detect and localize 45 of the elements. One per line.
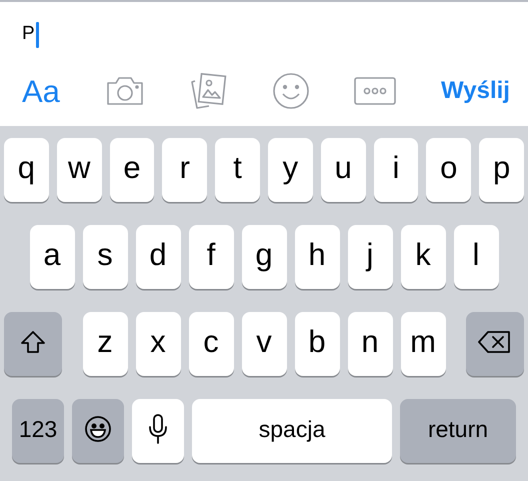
letter-key[interactable]: m bbox=[400, 312, 446, 376]
letter-key[interactable]: s bbox=[82, 225, 128, 289]
numbers-key[interactable]: 123 bbox=[12, 399, 64, 463]
smiley-icon bbox=[84, 415, 112, 443]
send-button[interactable]: Wyślij bbox=[441, 73, 510, 109]
letter-key[interactable]: b bbox=[294, 312, 340, 376]
letter-key[interactable]: r bbox=[162, 138, 208, 202]
letter-key[interactable]: q bbox=[4, 138, 49, 202]
microphone-icon bbox=[148, 413, 168, 445]
backspace-icon bbox=[478, 330, 512, 354]
shift-arrow-icon bbox=[20, 329, 46, 355]
smiley-icon[interactable] bbox=[272, 72, 310, 110]
message-field[interactable]: P bbox=[0, 2, 528, 64]
letter-key[interactable]: y bbox=[268, 138, 313, 202]
shift-key[interactable] bbox=[4, 312, 62, 376]
return-key[interactable]: return bbox=[400, 399, 516, 463]
letter-key[interactable]: u bbox=[320, 138, 366, 202]
letter-key[interactable]: p bbox=[479, 138, 524, 202]
more-icon[interactable] bbox=[354, 77, 396, 105]
text-format-button[interactable]: Aa bbox=[22, 76, 60, 106]
letter-key[interactable]: a bbox=[30, 225, 74, 289]
camera-icon[interactable] bbox=[104, 75, 145, 107]
letter-key[interactable]: h bbox=[294, 225, 340, 289]
letter-key[interactable]: l bbox=[454, 225, 498, 289]
letter-key[interactable]: o bbox=[426, 138, 472, 202]
text-cursor bbox=[36, 22, 39, 48]
photos-icon[interactable] bbox=[189, 73, 228, 109]
letter-key[interactable]: v bbox=[242, 312, 286, 376]
letter-key[interactable]: e bbox=[110, 138, 154, 202]
letter-key[interactable]: c bbox=[188, 312, 234, 376]
space-key[interactable]: spacja bbox=[192, 399, 392, 463]
letter-key[interactable]: x bbox=[136, 312, 180, 376]
letter-key[interactable]: f bbox=[188, 225, 234, 289]
letter-key[interactable]: g bbox=[242, 225, 286, 289]
letter-key[interactable]: w bbox=[56, 138, 102, 202]
microphone-key[interactable] bbox=[132, 399, 184, 463]
letter-key[interactable]: d bbox=[136, 225, 180, 289]
emoji-key[interactable] bbox=[72, 399, 124, 463]
letter-key[interactable]: z bbox=[82, 312, 128, 376]
letter-key[interactable]: k bbox=[400, 225, 446, 289]
backspace-key[interactable] bbox=[466, 312, 524, 376]
letter-key[interactable]: t bbox=[215, 138, 260, 202]
letter-key[interactable]: j bbox=[348, 225, 392, 289]
letter-key[interactable]: i bbox=[374, 138, 418, 202]
letter-key[interactable]: n bbox=[348, 312, 392, 376]
